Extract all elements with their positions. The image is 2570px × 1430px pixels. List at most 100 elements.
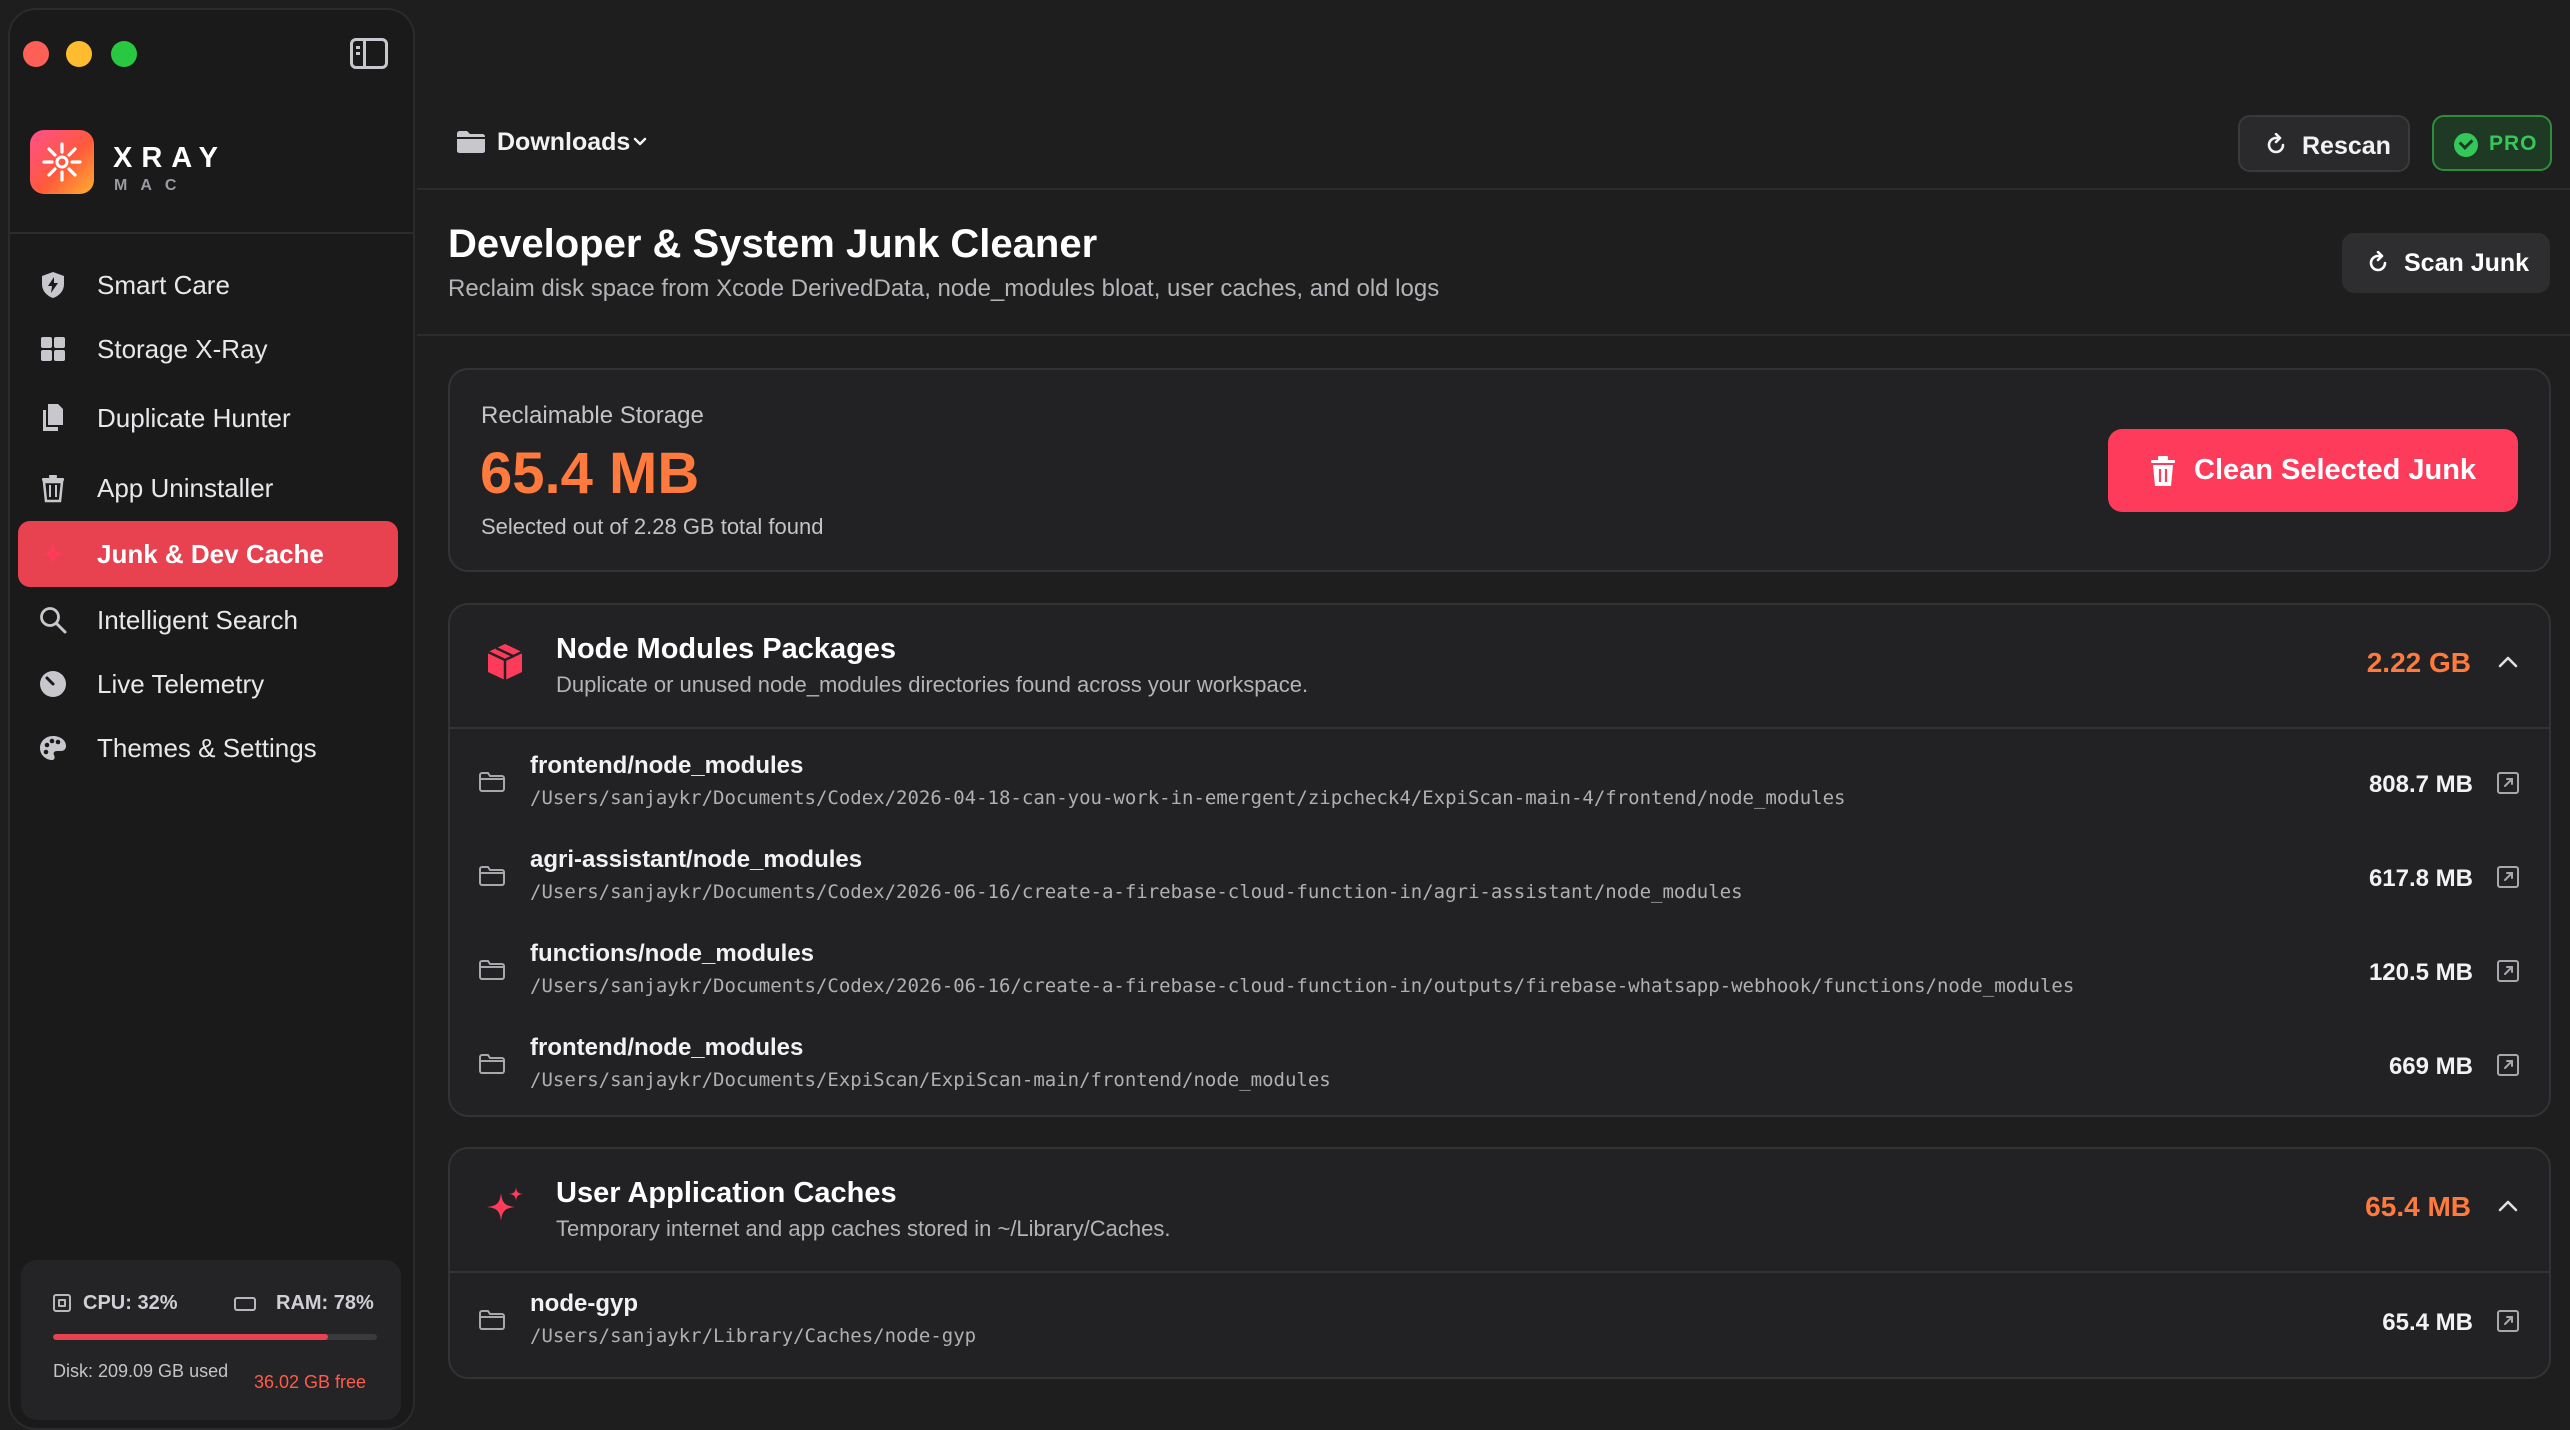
list-item[interactable]: functions/node_modules /Users/sanjaykr/D…	[450, 926, 2549, 1020]
sparkle-icon	[41, 542, 65, 566]
group-header[interactable]: User Application Caches Temporary intern…	[450, 1149, 2549, 1271]
sidebar-item-live-telemetry[interactable]: Live Telemetry	[18, 651, 398, 717]
duplicate-docs-icon	[43, 404, 63, 431]
usage-bar	[53, 1334, 377, 1340]
folder-icon	[457, 131, 485, 153]
reclaimable-label: Reclaimable Storage	[481, 402, 704, 429]
group-title: Node Modules Packages	[556, 633, 897, 665]
usage-bar-fill	[53, 1334, 329, 1340]
item-name: functions/node_modules	[530, 940, 815, 967]
list-item[interactable]: node-gyp /Users/sanjaykr/Library/Caches/…	[450, 1276, 2549, 1370]
zoom-window-button[interactable]	[111, 41, 137, 67]
sidebar-item-themes-settings[interactable]: Themes & Settings	[18, 715, 398, 781]
sidebar-divider	[10, 232, 413, 234]
item-size: 120.5 MB	[2368, 959, 2473, 986]
cpu-icon	[53, 1294, 71, 1312]
header-divider	[417, 334, 2570, 336]
ram-icon	[234, 1297, 256, 1311]
scan-junk-button[interactable]: Scan Junk	[2342, 233, 2550, 293]
search-icon	[40, 607, 67, 634]
item-size: 669 MB	[2388, 1053, 2473, 1080]
minimize-window-button[interactable]	[66, 41, 92, 67]
folder-icon	[479, 1310, 505, 1330]
disk-free: 36.02 GB free	[254, 1372, 367, 1392]
list-item[interactable]: frontend/node_modules /Users/sanjaykr/Do…	[450, 738, 2549, 832]
sidebar-item-junk-dev-cache[interactable]: Junk & Dev Cache	[18, 521, 398, 587]
group-size: 2.22 GB	[2366, 647, 2471, 678]
folder-icon	[479, 960, 505, 980]
pro-badge[interactable]: PRO	[2432, 115, 2552, 171]
folder-icon	[479, 1054, 505, 1074]
reveal-in-finder-icon[interactable]	[2497, 1310, 2519, 1332]
reveal-in-finder-icon[interactable]	[2497, 1054, 2519, 1076]
refresh-icon	[2369, 251, 2387, 272]
item-path: /Users/sanjaykr/Documents/ExpiScan/ExpiS…	[530, 1069, 1331, 1091]
trash-icon	[42, 475, 64, 503]
sidebar-item-smart-care[interactable]: Smart Care	[18, 252, 398, 318]
page-subtitle: Reclaim disk space from Xcode DerivedDat…	[448, 275, 1440, 302]
app-window: XRAY MAC Smart Care Storage X-Ray Duplic…	[0, 0, 2570, 1430]
app-logo-icon	[30, 130, 94, 194]
sidebar-item-label: Junk & Dev Cache	[97, 538, 324, 569]
item-size: 617.8 MB	[2368, 865, 2473, 892]
group-title: User Application Caches	[556, 1177, 897, 1209]
group-size: 65.4 MB	[2365, 1191, 2471, 1222]
chevron-up-icon[interactable]	[2497, 1199, 2519, 1213]
item-path: /Users/sanjaykr/Documents/Codex/2026-06-…	[530, 975, 2075, 997]
scan-junk-label: Scan Junk	[2404, 249, 2530, 277]
reveal-in-finder-icon[interactable]	[2497, 866, 2519, 888]
trash-icon	[2151, 456, 2175, 486]
sidebar-item-duplicate-hunter[interactable]: Duplicate Hunter	[18, 385, 398, 451]
item-name: agri-assistant/node_modules	[530, 846, 863, 873]
rescan-button[interactable]: Rescan	[2238, 115, 2410, 172]
clean-selected-label: Clean Selected Junk	[2194, 454, 2477, 486]
reclaimable-value: 65.4 MB	[480, 441, 700, 506]
group-header[interactable]: Node Modules Packages Duplicate or unuse…	[450, 605, 2549, 727]
item-name: frontend/node_modules	[530, 752, 804, 779]
group-description: Temporary internet and app caches stored…	[556, 1216, 1171, 1241]
group-divider	[450, 727, 2549, 729]
sidebar-item-storage-xray[interactable]: Storage X-Ray	[18, 316, 398, 382]
reclaimable-storage-card: Reclaimable Storage 65.4 MB Selected out…	[448, 368, 2551, 572]
sidebar-toggle-icon[interactable]	[350, 38, 388, 69]
checkmark-icon	[2454, 133, 2478, 157]
sidebar-item-app-uninstaller[interactable]: App Uninstaller	[18, 455, 398, 521]
item-name: node-gyp	[530, 1290, 638, 1317]
cpu-usage: CPU: 32%	[83, 1292, 178, 1314]
sidebar-item-label: Smart Care	[97, 269, 230, 300]
node-modules-group: Node Modules Packages Duplicate or unuse…	[448, 603, 2551, 1117]
item-name: frontend/node_modules	[530, 1034, 804, 1061]
user-application-caches-group: User Application Caches Temporary intern…	[448, 1147, 2551, 1379]
refresh-icon	[2267, 133, 2285, 154]
close-window-button[interactable]	[23, 41, 49, 67]
sidebar-item-label: Themes & Settings	[97, 732, 317, 763]
gauge-icon	[40, 671, 66, 697]
clean-selected-junk-button[interactable]: Clean Selected Junk	[2108, 429, 2518, 512]
list-item[interactable]: agri-assistant/node_modules /Users/sanja…	[450, 832, 2549, 926]
reveal-in-finder-icon[interactable]	[2497, 960, 2519, 982]
chevron-up-icon[interactable]	[2497, 655, 2519, 669]
sidebar-item-label: App Uninstaller	[97, 472, 274, 503]
sidebar-item-intelligent-search[interactable]: Intelligent Search	[18, 587, 398, 653]
group-divider	[450, 1271, 2549, 1273]
reveal-in-finder-icon[interactable]	[2497, 772, 2519, 794]
group-description: Duplicate or unused node_modules directo…	[556, 672, 1309, 697]
package-box-icon	[487, 644, 523, 680]
location-dropdown[interactable]: Downloads	[497, 128, 630, 157]
grid-icon	[41, 337, 65, 361]
item-size: 65.4 MB	[2382, 1309, 2473, 1336]
system-stats-card: CPU: 32% RAM: 78% Disk: 209.09 GB used 3…	[21, 1260, 401, 1420]
chevron-down-icon[interactable]	[632, 133, 648, 149]
pro-label: PRO	[2489, 132, 2538, 155]
sidebar: XRAY MAC Smart Care Storage X-Ray Duplic…	[8, 8, 415, 1430]
item-path: /Users/sanjaykr/Documents/Codex/2026-06-…	[530, 881, 1743, 903]
reclaimable-subtext: Selected out of 2.28 GB total found	[481, 514, 824, 539]
sidebar-item-label: Live Telemetry	[97, 668, 265, 699]
sidebar-item-label: Storage X-Ray	[97, 333, 268, 364]
brand-name: XRAY	[113, 142, 227, 174]
sidebar-item-label: Duplicate Hunter	[97, 402, 291, 433]
list-item[interactable]: frontend/node_modules /Users/sanjaykr/Do…	[450, 1020, 2549, 1114]
rescan-label: Rescan	[2302, 132, 2391, 160]
folder-icon	[479, 772, 505, 792]
item-path: /Users/sanjaykr/Documents/Codex/2026-04-…	[530, 787, 1846, 809]
